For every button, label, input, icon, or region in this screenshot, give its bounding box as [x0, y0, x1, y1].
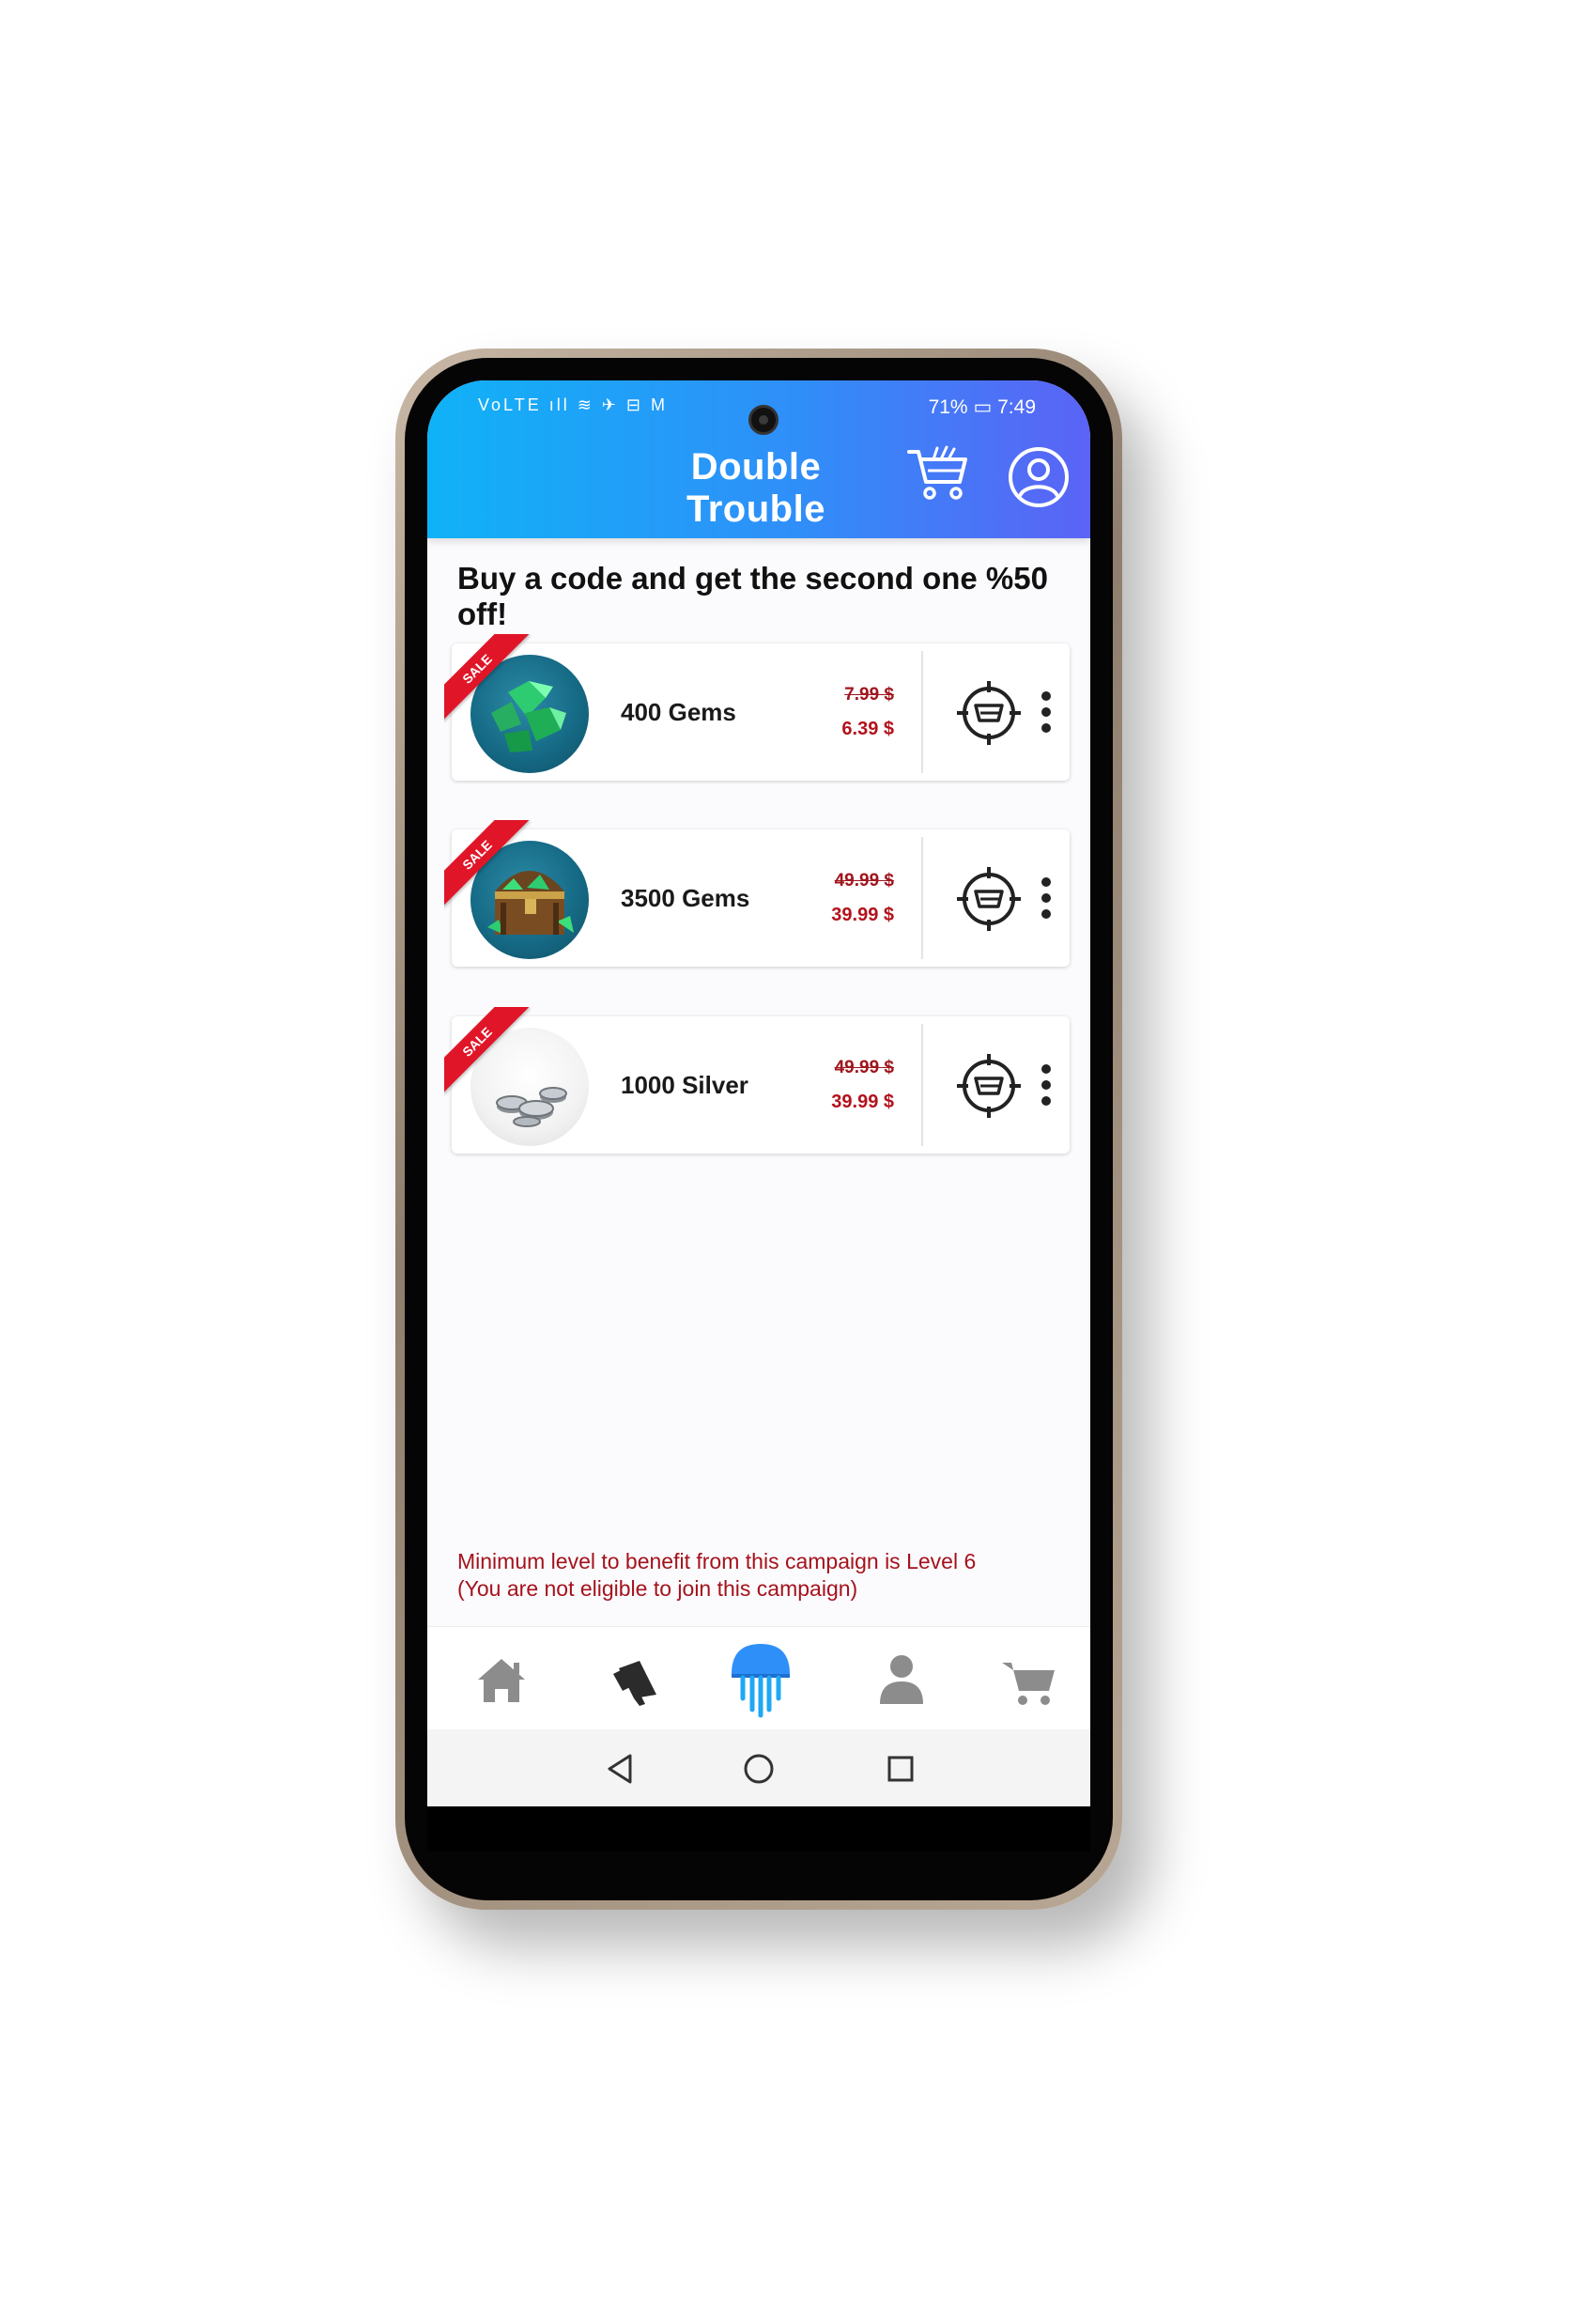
sale-price: 39.99 $ [831, 905, 894, 925]
shopping-cart-icon[interactable] [905, 444, 973, 503]
sale-badge: SALE [444, 1007, 538, 1101]
campaign-headline: Buy a code and get the second one %50 of… [457, 561, 1048, 631]
app-screen: VoLTE ıll ≋ ✈ ⊟ M 71% ▭ 7:49 Double Trou… [427, 380, 1090, 1851]
product-name: 1000 Silver [621, 1071, 748, 1099]
card-divider [921, 1024, 923, 1146]
sale-price: 6.39 $ [841, 719, 894, 739]
home-circle-icon[interactable] [740, 1750, 778, 1788]
recents-square-icon[interactable] [882, 1750, 919, 1788]
status-left-icons: VoLTE ıll ≋ ✈ ⊟ M [478, 395, 668, 414]
card-divider [921, 837, 923, 959]
user-profile-icon[interactable] [1008, 446, 1070, 508]
back-triangle-icon[interactable] [602, 1750, 640, 1788]
notice-line-1: Minimum level to benefit from this campa… [457, 1549, 977, 1573]
home-icon[interactable] [469, 1650, 534, 1712]
bottom-navigation [427, 1626, 1090, 1729]
original-price: 49.99 $ [834, 1058, 894, 1077]
phone-frame: VoLTE ıll ≋ ✈ ⊟ M 71% ▭ 7:49 Double Trou… [395, 349, 1122, 1910]
product-name: 400 Gems [621, 698, 736, 726]
more-options-icon[interactable] [1034, 875, 1058, 922]
system-navigation-bar [427, 1729, 1090, 1806]
product-card[interactable]: SALE 400 Gems 7.99 $ 6.39 $ [444, 634, 1070, 781]
person-icon[interactable] [869, 1650, 934, 1712]
target-cart-icon[interactable] [955, 1052, 1023, 1120]
sale-price: 39.99 $ [831, 1092, 894, 1112]
product-name: 3500 Gems [621, 884, 750, 912]
target-cart-icon[interactable] [955, 865, 1023, 933]
more-options-icon[interactable] [1034, 689, 1058, 736]
original-price: 7.99 $ [844, 685, 894, 705]
target-cart-icon[interactable] [955, 679, 1023, 747]
notice-line-2: (You are not eligible to join this campa… [457, 1576, 858, 1601]
sale-badge: SALE [444, 634, 538, 728]
app-header: VoLTE ıll ≋ ✈ ⊟ M 71% ▭ 7:49 Double Trou… [427, 380, 1090, 538]
battery-percent: 71% [928, 396, 968, 418]
megaphone-icon[interactable] [602, 1650, 668, 1712]
phone-bezel: VoLTE ıll ≋ ✈ ⊟ M 71% ▭ 7:49 Double Trou… [405, 358, 1113, 1900]
product-card[interactable]: SALE 3500 Gems 49.99 $ 39.99 $ [444, 820, 1070, 967]
jellyfish-icon[interactable] [726, 1640, 795, 1719]
battery-icon: ▭ [973, 396, 993, 418]
sale-badge: SALE [444, 820, 538, 914]
status-bar: VoLTE ıll ≋ ✈ ⊟ M 71% ▭ 7:49 [427, 394, 1090, 435]
clock: 7:49 [997, 396, 1036, 418]
more-options-icon[interactable] [1034, 1061, 1058, 1108]
front-camera [748, 405, 779, 435]
card-divider [921, 651, 923, 773]
page-title: Double Trouble [686, 446, 825, 530]
status-right: 71% ▭ 7:49 [929, 395, 1036, 419]
eligibility-notice: Minimum level to benefit from this campa… [457, 1548, 1088, 1603]
original-price: 49.99 $ [834, 871, 894, 891]
cart-icon[interactable] [996, 1650, 1062, 1712]
screen-bottom-bezel [427, 1806, 1090, 1851]
product-card[interactable]: SALE 1000 Silver 49.99 $ 39.99 $ [444, 1007, 1070, 1154]
